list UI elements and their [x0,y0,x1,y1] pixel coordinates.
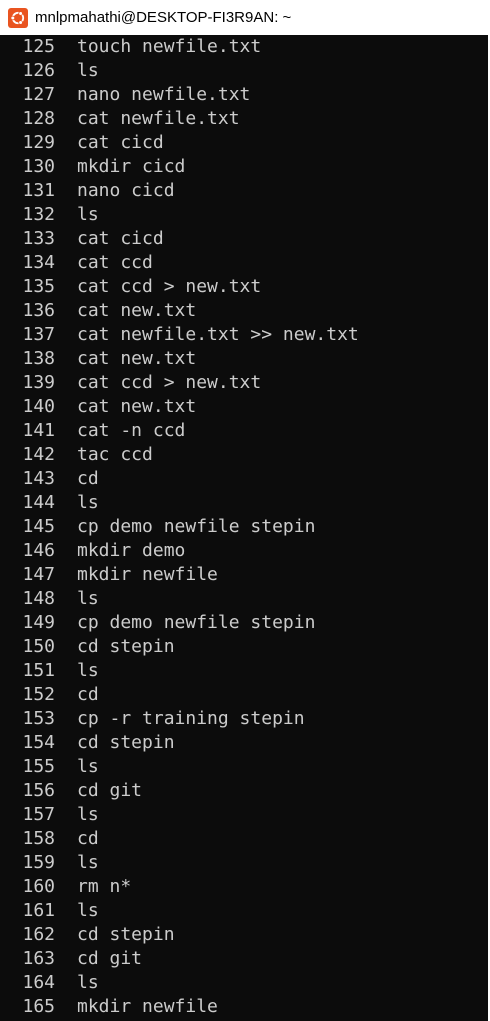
history-number: 136 [22,300,55,321]
history-number: 150 [22,636,55,657]
history-command: ls [77,60,99,81]
history-command: cd [77,468,99,489]
history-command: rm n* [77,876,132,897]
history-command: cd stepin [77,924,175,945]
history-number: 146 [22,540,55,561]
history-command: mkdir cicd [77,156,186,177]
history-number: 165 [22,996,55,1017]
history-number: 125 [22,36,55,57]
history-command: cat new.txt [77,300,197,321]
history-number: 148 [22,588,55,609]
history-number: 130 [22,156,55,177]
history-command: mkdir newfile [77,996,218,1017]
ubuntu-icon [8,7,28,28]
history-number: 141 [22,420,55,441]
history-number: 127 [22,84,55,105]
history-command: cp -r training stepin [77,708,305,729]
history-number: 145 [22,516,55,537]
history-number: 154 [22,732,55,753]
history-command: ls [77,588,99,609]
history-number: 163 [22,948,55,969]
history-command: cd git [77,780,143,801]
history-command: cd [77,828,99,849]
history-command: cat cicd [77,132,164,153]
history-number: 156 [22,780,55,801]
history-number: 153 [22,708,55,729]
history-command: nano newfile.txt [77,84,251,105]
history-number: 134 [22,252,55,273]
history-command: mkdir newfile [77,564,218,585]
history-number: 158 [22,828,55,849]
history-command: cat ccd > new.txt [77,372,262,393]
terminal-window: mnlpmahathi@DESKTOP-FI3R9AN: ~ 125 touch … [0,0,490,1021]
history-command: ls [77,756,99,777]
history-number: 137 [22,324,55,345]
terminal-output[interactable]: 125 touch newfile.txt 126 ls 127 nano newfile… [0,35,490,1021]
history-command: cd [77,684,99,705]
history-number: 139 [22,372,55,393]
history-number: 161 [22,900,55,921]
history-command: nano cicd [77,180,175,201]
history-number: 138 [22,348,55,369]
history-command: ls [77,660,99,681]
history-command: cat newfile.txt [77,108,240,129]
history-number: 126 [22,60,55,81]
history-command: ls [77,204,99,225]
history-number: 144 [22,492,55,513]
history-number: 162 [22,924,55,945]
history-number: 160 [22,876,55,897]
history-command: cp demo newfile stepin [77,516,316,537]
history-number: 152 [22,684,55,705]
history-command: cat cicd [77,228,164,249]
history-command: cat -n ccd [77,420,186,441]
history-command: cp demo newfile stepin [77,612,316,633]
history-number: 155 [22,756,55,777]
history-command: cat new.txt [77,396,197,417]
window-title: mnlpmahathi@DESKTOP-FI3R9AN: ~ [35,9,292,26]
history-command: cd git [77,948,143,969]
history-number: 135 [22,276,55,297]
history-number: 133 [22,228,55,249]
history-number: 140 [22,396,55,417]
history-command: mkdir demo [77,540,186,561]
history-command: cat newfile.txt >> new.txt [77,324,359,345]
history-number: 129 [22,132,55,153]
title-bar[interactable]: mnlpmahathi@DESKTOP-FI3R9AN: ~ [0,0,490,35]
history-number: 147 [22,564,55,585]
history-command: ls [77,852,99,873]
history-number: 131 [22,180,55,201]
history-command: tac ccd [77,444,153,465]
history-command: cd stepin [77,732,175,753]
history-number: 132 [22,204,55,225]
history-command: ls [77,972,99,993]
history-command: cat ccd [77,252,153,273]
history-command: ls [77,900,99,921]
history-number: 157 [22,804,55,825]
history-command: ls [77,804,99,825]
history-command: cd stepin [77,636,175,657]
history-number: 149 [22,612,55,633]
history-command: touch newfile.txt [77,36,262,57]
history-number: 143 [22,468,55,489]
history-command: cat ccd > new.txt [77,276,262,297]
history-number: 164 [22,972,55,993]
history-number: 128 [22,108,55,129]
history-number: 151 [22,660,55,681]
history-number: 159 [22,852,55,873]
history-command: cat new.txt [77,348,197,369]
history-number: 142 [22,444,55,465]
history-command: ls [77,492,99,513]
